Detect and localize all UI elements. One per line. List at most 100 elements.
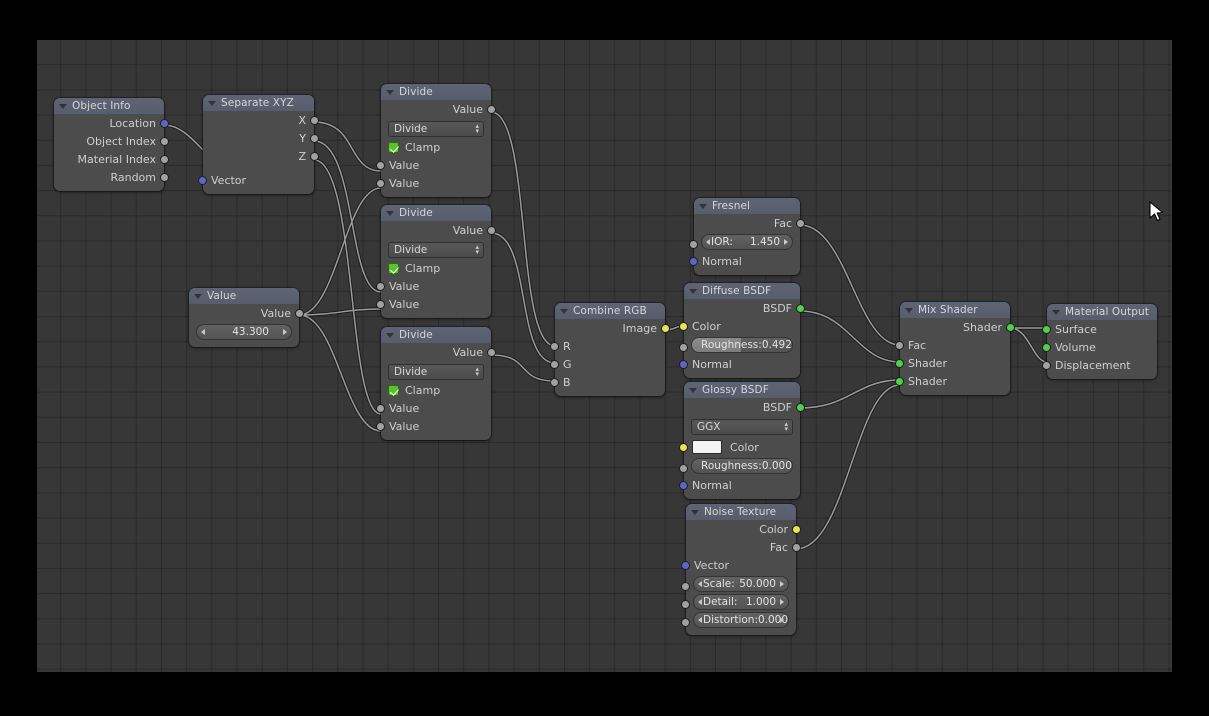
output-random[interactable]: Random xyxy=(54,168,169,186)
input-shader-2[interactable]: Shader xyxy=(895,372,1010,390)
output-value[interactable]: Value xyxy=(189,304,304,322)
collapse-triangle-icon[interactable] xyxy=(1052,309,1060,315)
decrement-arrow-icon[interactable] xyxy=(698,599,702,605)
increment-arrow-icon[interactable] xyxy=(784,239,788,245)
socket-fac[interactable] xyxy=(796,218,805,228)
node-divide-2[interactable]: Divide Value Divide ▴ ▾ Clamp Value Valu… xyxy=(376,205,496,318)
socket-value-2[interactable] xyxy=(376,299,385,309)
socket-vector[interactable] xyxy=(681,560,690,570)
output-y[interactable]: Y xyxy=(203,129,319,147)
output-value[interactable]: Value xyxy=(381,221,496,239)
node-divide-1[interactable]: Divide Value Divide ▴ ▾ Clamp Value Valu… xyxy=(376,84,496,197)
socket-color[interactable] xyxy=(679,442,688,452)
detail-field[interactable]: Detail: 1.000 xyxy=(693,594,789,610)
socket-value-out[interactable] xyxy=(487,225,496,235)
socket-fac[interactable] xyxy=(792,542,801,552)
input-normal[interactable]: Normal xyxy=(689,252,800,270)
input-value-2[interactable]: Value xyxy=(376,174,491,192)
collapse-triangle-icon[interactable] xyxy=(386,332,394,338)
socket-roughness[interactable] xyxy=(679,464,688,473)
node-glossy-bsdf[interactable]: Glossy BSDF BSDF GGX ▴ ▾ Color Roughness… xyxy=(679,382,805,499)
socket-value-out[interactable] xyxy=(295,308,304,318)
output-bsdf[interactable]: BSDF xyxy=(684,299,805,317)
collapse-triangle-icon[interactable] xyxy=(905,307,913,313)
output-fac[interactable]: Fac xyxy=(686,538,801,556)
input-r[interactable]: R xyxy=(550,337,665,355)
collapse-triangle-icon[interactable] xyxy=(689,288,697,294)
socket-color[interactable] xyxy=(679,321,688,331)
socket-ior[interactable] xyxy=(689,240,698,249)
node-combine-rgb[interactable]: Combine RGB Image R G B xyxy=(550,303,670,396)
checkbox-box[interactable] xyxy=(388,263,399,274)
socket-surface[interactable] xyxy=(1042,324,1051,334)
collapse-triangle-icon[interactable] xyxy=(194,293,202,299)
socket-vector[interactable] xyxy=(198,175,207,185)
output-shader[interactable]: Shader xyxy=(900,318,1015,336)
socket-z[interactable] xyxy=(310,151,319,161)
socket-scale[interactable] xyxy=(681,582,690,591)
input-b[interactable]: B xyxy=(550,373,665,391)
node-mix-shader[interactable]: Mix Shader Shader Fac Shader Shader xyxy=(895,302,1015,395)
decrement-arrow-icon[interactable] xyxy=(706,239,710,245)
socket-roughness[interactable] xyxy=(679,343,688,352)
increment-arrow-icon[interactable] xyxy=(780,581,784,587)
input-normal[interactable]: Normal xyxy=(679,476,800,494)
roughness-field[interactable]: Roughness: 0.492 xyxy=(691,337,793,353)
input-value-1[interactable]: Value xyxy=(376,156,491,174)
socket-g[interactable] xyxy=(550,359,559,369)
input-volume[interactable]: Volume xyxy=(1042,338,1157,356)
increment-arrow-icon[interactable] xyxy=(780,617,784,623)
output-x[interactable]: X xyxy=(203,111,319,129)
socket-b[interactable] xyxy=(550,377,559,387)
socket-value-2[interactable] xyxy=(376,421,385,431)
output-location[interactable]: Location xyxy=(54,114,169,132)
clamp-checkbox[interactable]: Clamp xyxy=(381,140,491,156)
input-shader-1[interactable]: Shader xyxy=(895,354,1010,372)
node-object-info[interactable]: Object Info Location Object Index Materi… xyxy=(54,98,169,191)
collapse-triangle-icon[interactable] xyxy=(386,210,394,216)
node-header[interactable]: Divide xyxy=(381,205,491,221)
socket-x[interactable] xyxy=(310,115,319,125)
socket-value-1[interactable] xyxy=(376,160,385,170)
output-fac[interactable]: Fac xyxy=(694,214,805,232)
decrement-arrow-icon[interactable] xyxy=(698,581,702,587)
node-header[interactable]: Mix Shader xyxy=(900,302,1010,318)
input-value-1[interactable]: Value xyxy=(376,277,491,295)
socket-material-index[interactable] xyxy=(160,154,169,164)
value-field[interactable]: 43.300 xyxy=(196,324,292,340)
ior-field[interactable]: IOR: 1.450 xyxy=(701,234,793,250)
socket-value-out[interactable] xyxy=(487,347,496,357)
socket-image[interactable] xyxy=(661,323,670,333)
color-swatch[interactable] xyxy=(692,440,722,454)
color-row[interactable]: Color xyxy=(679,438,800,456)
socket-shader-1[interactable] xyxy=(895,358,904,368)
input-vector[interactable]: Vector xyxy=(198,171,314,189)
node-header[interactable]: Object Info xyxy=(54,98,164,114)
node-header[interactable]: Divide xyxy=(381,84,491,100)
distortion-field[interactable]: Distortion: 0.000 xyxy=(693,612,789,628)
node-editor-canvas[interactable]: Object Info Location Object Index Materi… xyxy=(37,40,1172,672)
input-color[interactable]: Color xyxy=(679,317,800,335)
node-header[interactable]: Diffuse BSDF xyxy=(684,283,800,299)
output-bsdf[interactable]: BSDF xyxy=(684,398,805,416)
node-header[interactable]: Noise Texture xyxy=(686,504,796,520)
node-header[interactable]: Material Output xyxy=(1047,304,1157,320)
socket-y[interactable] xyxy=(310,133,319,143)
output-z[interactable]: Z xyxy=(203,147,319,165)
collapse-triangle-icon[interactable] xyxy=(386,89,394,95)
node-separate-xyz[interactable]: Separate XYZ X Y Z Vector xyxy=(198,95,319,194)
socket-shader-2[interactable] xyxy=(895,376,904,386)
output-object-index[interactable]: Object Index xyxy=(54,132,169,150)
collapse-triangle-icon[interactable] xyxy=(691,509,699,515)
input-value-2[interactable]: Value xyxy=(376,417,491,435)
socket-detail[interactable] xyxy=(681,600,690,609)
input-displacement[interactable]: Displacement xyxy=(1042,356,1157,374)
operation-dropdown[interactable]: Divide ▴ ▾ xyxy=(388,364,484,380)
input-value-2[interactable]: Value xyxy=(376,295,491,313)
checkbox-box[interactable] xyxy=(388,142,399,153)
clamp-checkbox[interactable]: Clamp xyxy=(381,261,491,277)
scale-field[interactable]: Scale: 50.000 xyxy=(693,576,789,592)
socket-volume[interactable] xyxy=(1042,342,1051,352)
node-header[interactable]: Fresnel xyxy=(694,198,800,214)
collapse-triangle-icon[interactable] xyxy=(208,100,216,106)
